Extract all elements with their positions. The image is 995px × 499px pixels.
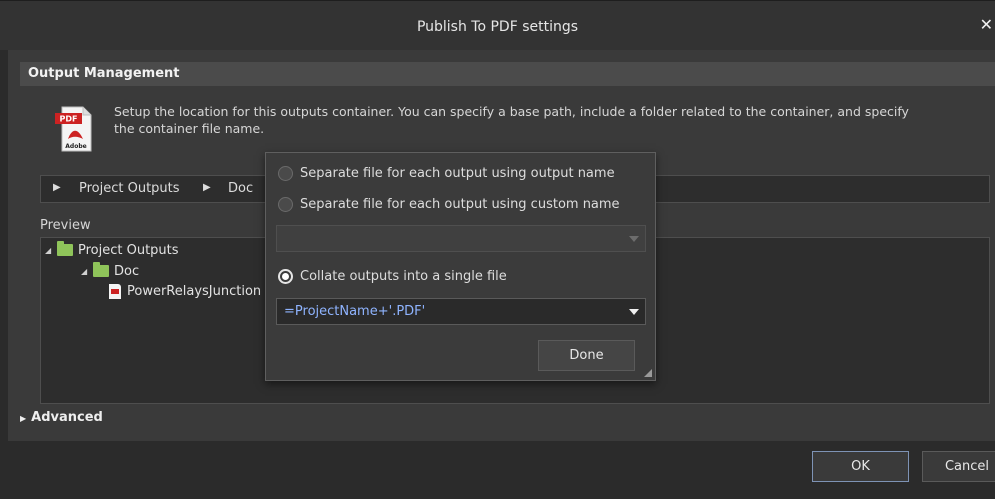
pdf-brand-text: Adobe — [65, 143, 86, 150]
output-management-description: Setup the location for this outputs cont… — [114, 104, 909, 136]
done-button[interactable]: Done — [538, 340, 635, 371]
resize-grip-icon[interactable] — [644, 369, 652, 377]
filename-expression-value[interactable]: =ProjectName+'.PDF' — [284, 304, 425, 319]
breadcrumb-arrow-icon: ▶ — [203, 182, 211, 193]
expand-triangle-icon[interactable]: ◢ — [45, 246, 57, 255]
collapsed-triangle-icon: ▶ — [20, 414, 27, 423]
chevron-down-icon[interactable] — [629, 236, 639, 242]
radio-collate-single-file[interactable]: Collate outputs into a single file — [278, 269, 507, 284]
container-naming-popup: Separate file for each output using outp… — [265, 152, 656, 381]
ok-button[interactable]: OK — [812, 451, 909, 482]
breadcrumb-project-outputs[interactable]: Project Outputs — [79, 181, 180, 196]
radio-label: Separate file for each output using cust… — [300, 197, 620, 212]
folder-icon — [57, 241, 73, 256]
advanced-section-toggle[interactable]: ▶ Advanced — [20, 410, 103, 425]
radio-button[interactable] — [278, 197, 293, 212]
filename-expression-combo[interactable]: =ProjectName+'.PDF' — [276, 298, 646, 325]
radio-label: Collate outputs into a single file — [300, 269, 507, 284]
pdf-adobe-icon: PDF Adobe — [55, 106, 92, 152]
radio-button[interactable] — [278, 166, 293, 181]
tree-node-label: PowerRelaysJunction — [127, 283, 262, 299]
folder-icon — [93, 262, 109, 277]
tree-node-doc[interactable]: ◢ Doc — [81, 262, 139, 280]
close-icon[interactable]: ✕ — [980, 15, 993, 34]
breadcrumb-arrow-icon: ▶ — [53, 182, 61, 193]
chevron-down-icon[interactable] — [629, 309, 639, 315]
output-management-header: Output Management — [20, 62, 995, 86]
tree-node-label: Doc — [114, 263, 140, 279]
radio-separate-custom-name[interactable]: Separate file for each output using cust… — [278, 197, 620, 212]
tree-node-label: Project Outputs — [78, 242, 179, 258]
radio-label: Separate file for each output using outp… — [300, 166, 615, 181]
expand-triangle-icon[interactable]: ◢ — [81, 267, 93, 276]
cancel-button[interactable]: Cancel — [922, 451, 995, 482]
pdf-file-icon — [109, 283, 121, 299]
custom-name-combo[interactable] — [276, 225, 646, 252]
pdf-badge-text: PDF — [60, 115, 78, 124]
dialog-title: Publish To PDF settings — [416, 19, 579, 35]
tree-node-project-outputs[interactable]: ◢ Project Outputs — [45, 241, 179, 259]
dialog-titlebar: Publish To PDF settings ✕ — [0, 0, 995, 50]
radio-separate-output-name[interactable]: Separate file for each output using outp… — [278, 166, 615, 181]
preview-label: Preview — [40, 218, 91, 233]
dialog-footer: OK Cancel — [0, 441, 995, 499]
tree-node-pdf-file[interactable]: PowerRelaysJunction — [109, 282, 261, 300]
breadcrumb-doc[interactable]: Doc — [228, 181, 253, 196]
advanced-label: Advanced — [31, 410, 103, 425]
radio-button-selected[interactable] — [278, 269, 293, 284]
